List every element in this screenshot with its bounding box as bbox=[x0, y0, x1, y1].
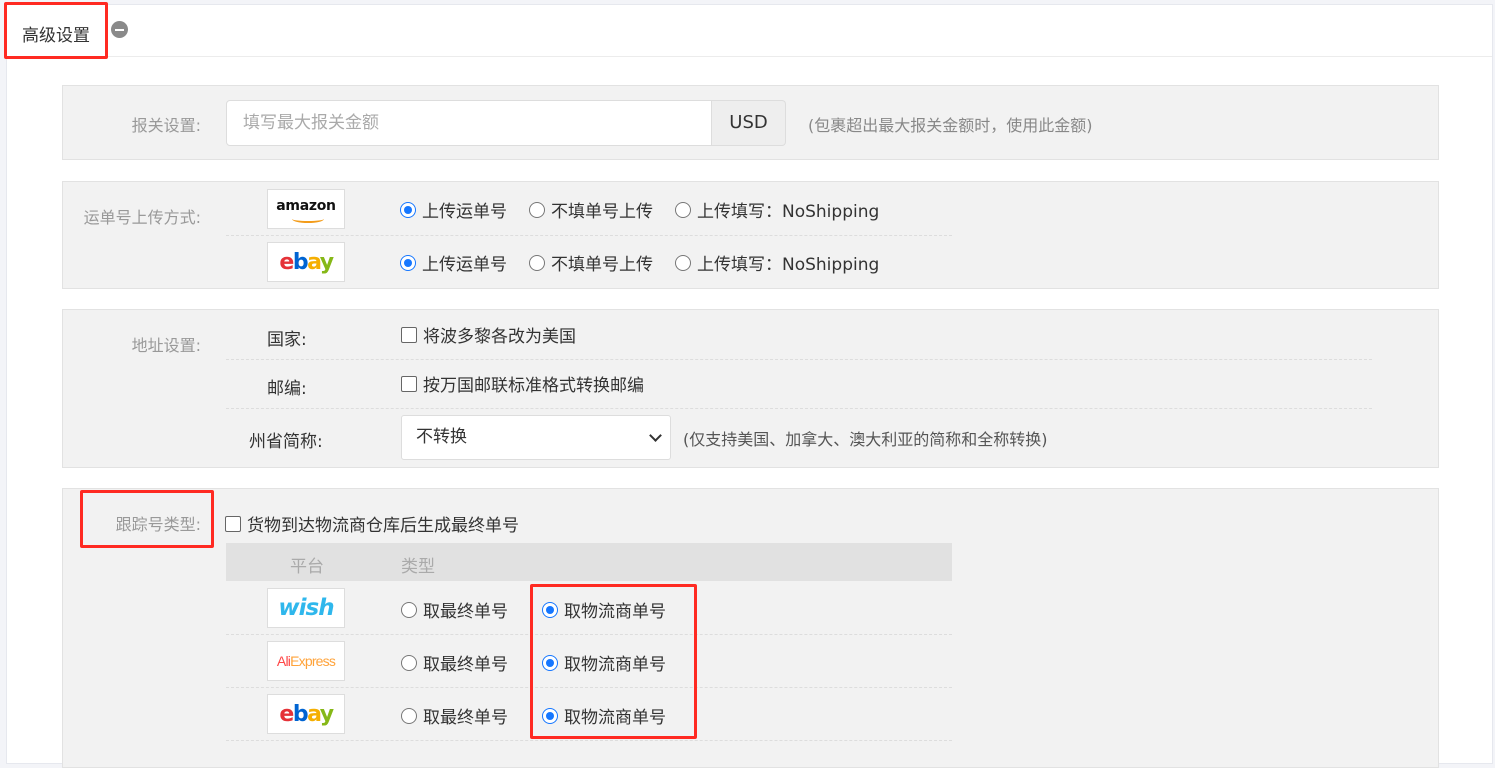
row-divider bbox=[226, 634, 952, 635]
declare-hint: (包裹超出最大报关金额时，使用此金额) bbox=[808, 116, 1093, 135]
amazon-upload-tracking-radio[interactable]: 上传运单号 bbox=[400, 197, 507, 222]
tracking-type-panel: 跟踪号类型: 货物到达物流商仓库后生成最终单号 平台 类型 wish 取最终单号… bbox=[62, 488, 1439, 768]
wish-final-number-radio[interactable]: 取最终单号 bbox=[401, 597, 508, 622]
wish-carrier-number-radio[interactable]: 取物流商单号 bbox=[542, 597, 666, 622]
upload-method-label: 运单号上传方式: bbox=[83, 208, 201, 227]
section-header: 高级设置 bbox=[7, 5, 1492, 57]
aliexpress-logo: AliExpress bbox=[267, 641, 345, 681]
aliexpress-carrier-number-radio[interactable]: 取物流商单号 bbox=[542, 650, 666, 675]
chevron-down-icon bbox=[649, 429, 662, 442]
wish-logo: wish bbox=[267, 588, 345, 628]
address-panel: 地址设置: 国家: 将波多黎各改为美国 邮编: 按万国邮联标准格式转换邮编 州省… bbox=[62, 309, 1439, 468]
section-title: 高级设置 bbox=[22, 26, 90, 46]
row-divider bbox=[226, 408, 1372, 409]
amazon-upload-no-number-radio[interactable]: 不填单号上传 bbox=[529, 197, 653, 222]
declare-label: 报关设置: bbox=[131, 116, 201, 135]
address-label: 地址设置: bbox=[131, 336, 201, 355]
upu-zip-format-checkbox[interactable]: 按万国邮联标准格式转换邮编 bbox=[401, 371, 644, 396]
ebay-logo: ebay bbox=[267, 242, 345, 282]
ebay-logo: ebay bbox=[267, 694, 345, 734]
ebay-upload-noshipping-radio[interactable]: 上传填写：NoShipping bbox=[675, 250, 879, 275]
country-label: 国家: bbox=[267, 330, 307, 350]
row-divider bbox=[226, 235, 952, 236]
state-abbr-label: 州省简称: bbox=[249, 432, 323, 452]
tracking-table-header: 平台 类型 bbox=[226, 543, 952, 581]
collapse-minus-icon[interactable] bbox=[111, 21, 128, 38]
tracking-type-label: 跟踪号类型: bbox=[115, 515, 201, 534]
row-divider bbox=[226, 687, 952, 688]
ebay-upload-tracking-radio[interactable]: 上传运单号 bbox=[400, 250, 507, 275]
currency-addon: USD bbox=[712, 100, 786, 146]
state-abbr-select[interactable]: 不转换 bbox=[401, 415, 671, 460]
upload-method-panel: 运单号上传方式: amazon 上传运单号 不填单号上传 上传填写：NoShip… bbox=[62, 181, 1439, 289]
ebay-carrier-number-radio[interactable]: 取物流商单号 bbox=[542, 703, 666, 728]
advanced-settings-page: 高级设置 报关设置: USD (包裹超出最大报关金额时，使用此金额) 运单号上传… bbox=[6, 4, 1493, 768]
amazon-upload-noshipping-radio[interactable]: 上传填写：NoShipping bbox=[675, 197, 879, 222]
zip-label: 邮编: bbox=[267, 379, 307, 399]
col-platform: 平台 bbox=[290, 557, 324, 577]
declare-panel: 报关设置: USD (包裹超出最大报关金额时，使用此金额) bbox=[62, 85, 1439, 160]
state-abbr-hint: (仅支持美国、加拿大、澳大利亚的简称和全称转换) bbox=[683, 430, 1048, 449]
max-declare-amount-input[interactable] bbox=[226, 100, 712, 146]
ebay-upload-no-number-radio[interactable]: 不填单号上传 bbox=[529, 250, 653, 275]
row-divider bbox=[226, 359, 1372, 360]
ebay-final-number-radio[interactable]: 取最终单号 bbox=[401, 703, 508, 728]
col-type: 类型 bbox=[401, 557, 435, 577]
puerto-rico-to-us-checkbox[interactable]: 将波多黎各改为美国 bbox=[401, 322, 576, 347]
aliexpress-final-number-radio[interactable]: 取最终单号 bbox=[401, 650, 508, 675]
row-divider bbox=[226, 740, 952, 741]
amazon-logo: amazon bbox=[267, 189, 345, 229]
final-number-after-warehouse-checkbox[interactable]: 货物到达物流商仓库后生成最终单号 bbox=[225, 511, 519, 536]
